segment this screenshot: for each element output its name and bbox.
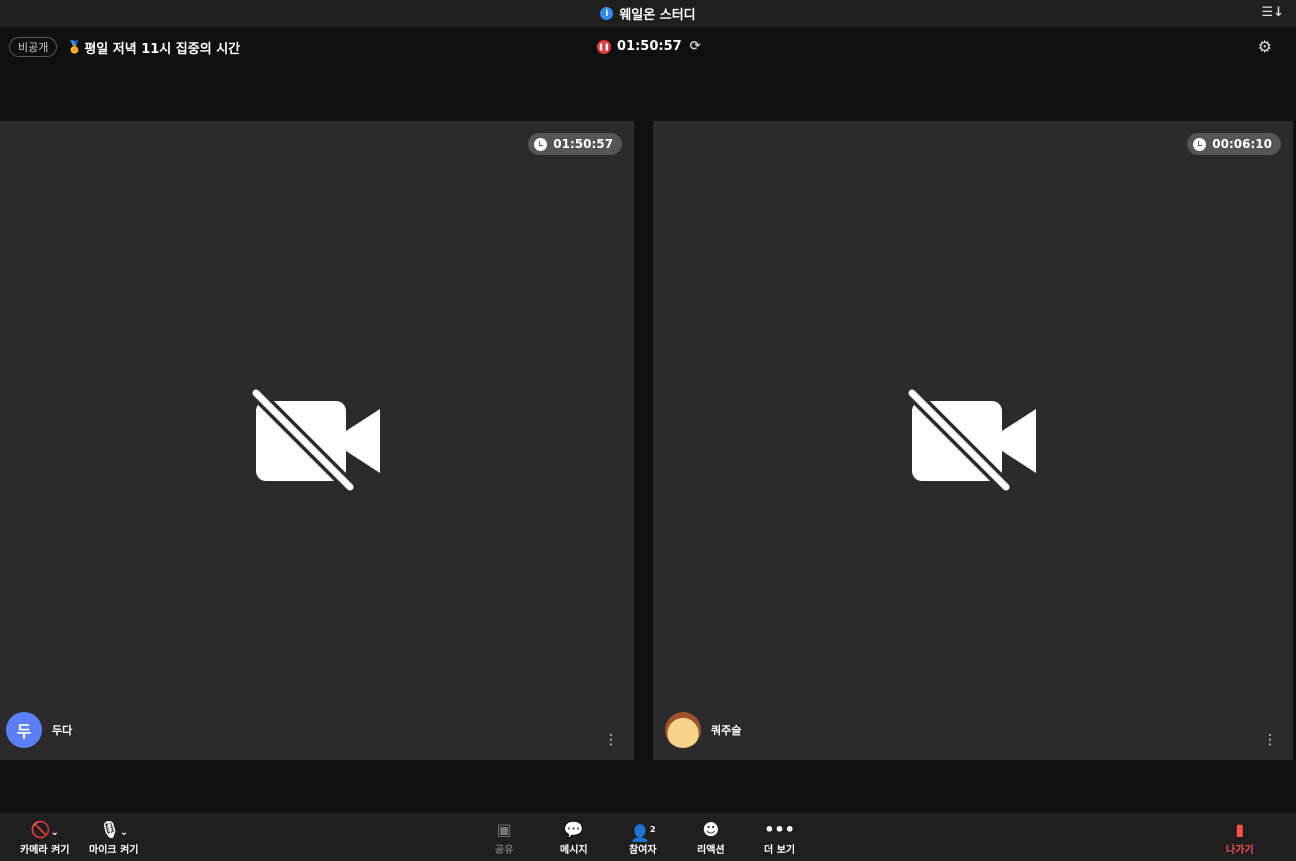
participants-label: 참여자 [629, 845, 657, 856]
refresh-icon[interactable]: ⟳ [690, 39, 701, 54]
reaction-label: 리액션 [697, 845, 725, 856]
medal-icon: 🏅 [67, 40, 83, 54]
camera-label: 카메라 켜기 [20, 845, 70, 856]
clock-icon [534, 137, 548, 151]
settings-sliders-icon[interactable]: ⚙ [1258, 37, 1272, 56]
video-tile: 01:50:57 두 두다 ⋮ [0, 121, 634, 760]
message-label: 메시지 [560, 845, 588, 856]
participant-label: 두 두다 [6, 712, 72, 748]
more-button[interactable]: ••• 더 보기 [764, 819, 795, 856]
sort-icon[interactable]: ☰↓ [1261, 5, 1284, 20]
bottom-toolbar: 🚫⌄ 카메라 켜기 🎙⌄ 마이크 켜기 ▣ 공유 💬 메시지 👤2 참여자 ☻ 리액션 ••… [0, 813, 1296, 861]
more-label: 더 보기 [764, 845, 796, 856]
more-horiz-icon: ••• [764, 820, 795, 839]
mic-toggle-button[interactable]: 🎙⌄ 마이크 켜기 [89, 819, 138, 856]
leave-label: 나가기 [1226, 845, 1254, 856]
privacy-badge: 비공개 [9, 37, 58, 57]
window-title: 웨일온 스터디 [619, 8, 696, 23]
participants-count: 2 [649, 825, 656, 834]
mic-off-icon: 🎙⌄ [99, 820, 129, 839]
share-screen-icon: ▣ [496, 820, 512, 839]
video-tile: 00:06:10 쿼주슬 ⋮ [653, 121, 1293, 760]
mic-label: 마이크 켜기 [89, 845, 139, 856]
study-time: 01:50:57 [553, 137, 613, 151]
more-vert-icon[interactable]: ⋮ [604, 732, 618, 748]
camera-off-icon [251, 388, 380, 492]
participants-button[interactable]: 👤2 참여자 [629, 819, 657, 856]
participant-label: 쿼주슬 [665, 712, 741, 748]
session-timer: ❚❚ 01:50:57 ⟳ [597, 39, 701, 54]
camera-off-icon [907, 388, 1036, 492]
share-label: 공유 [495, 845, 514, 856]
info-icon[interactable]: i [600, 7, 614, 20]
clock-icon [1193, 137, 1207, 151]
pause-icon[interactable]: ❚❚ [597, 39, 611, 54]
leave-button[interactable]: ▮ 나가기 [1226, 819, 1254, 856]
exit-door-icon: ▮ [1235, 820, 1245, 839]
participant-name: 두다 [52, 724, 73, 737]
session-timer-text: 01:50:57 [617, 39, 682, 54]
camera-toggle-button[interactable]: 🚫⌄ 카메라 켜기 [20, 819, 69, 856]
study-time-badge: 00:06:10 [1187, 133, 1281, 155]
reaction-button[interactable]: ☻ 리액션 [697, 819, 725, 856]
avatar [665, 712, 701, 748]
more-vert-icon[interactable]: ⋮ [1263, 732, 1277, 748]
avatar: 두 [6, 712, 42, 748]
chat-bubble-icon: 💬 [563, 820, 584, 839]
room-title: 평일 저녁 11시 집중의 시간 [84, 41, 241, 57]
person-icon: 👤2 [630, 823, 656, 843]
study-time: 00:06:10 [1212, 137, 1272, 151]
camera-off-icon: 🚫⌄ [30, 820, 59, 839]
participant-name: 쿼주슬 [711, 724, 742, 737]
study-time-badge: 01:50:57 [528, 133, 622, 155]
message-button[interactable]: 💬 메시지 [560, 819, 588, 856]
room-header: 비공개 🏅 평일 저녁 11시 집중의 시간 ❚❚ 01:50:57 ⟳ ⚙ [0, 27, 1296, 67]
smiley-icon: ☻ [702, 820, 720, 839]
share-button[interactable]: ▣ 공유 [495, 819, 513, 856]
window-titlebar: i 웨일온 스터디 ☰↓ [0, 0, 1296, 27]
